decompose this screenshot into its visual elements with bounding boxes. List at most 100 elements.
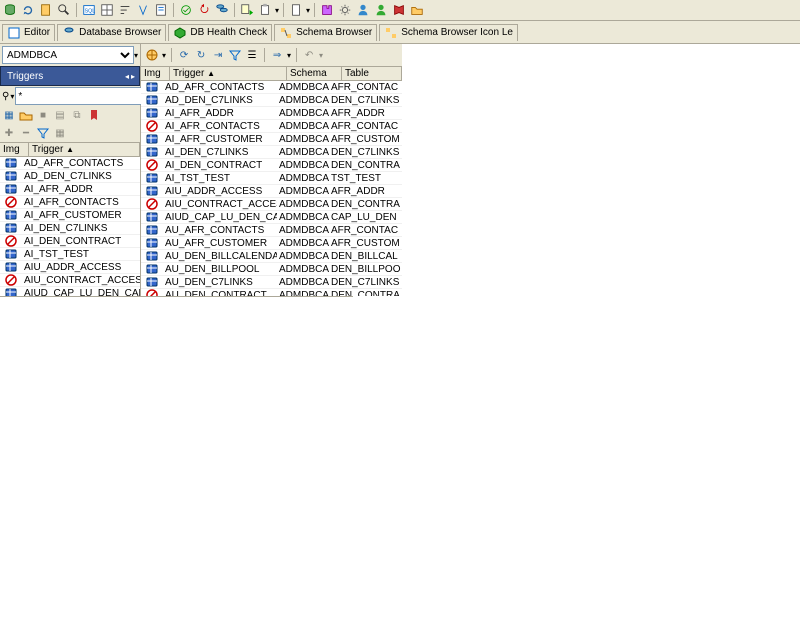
table-row[interactable]: AI_AFR_CUSTOMER: [0, 209, 140, 222]
puzzle-icon[interactable]: [319, 2, 335, 18]
chevron-down-icon[interactable]: ▾: [319, 51, 323, 60]
chevron-down-icon[interactable]: ▾: [287, 51, 291, 60]
chevron-down-icon[interactable]: ▾: [306, 6, 310, 15]
schema-name: ADMDBCA: [277, 82, 329, 93]
trigger-name: AI_AFR_CONTACTS: [22, 197, 140, 208]
table-row[interactable]: AI_AFR_ADDR: [0, 183, 140, 196]
row-status-icon: [141, 276, 163, 288]
table-row[interactable]: AI_TST_TESTADMDBCATST_TEST: [141, 172, 402, 185]
col-trigger[interactable]: Trigger ▲: [170, 67, 287, 80]
chevron-down-icon[interactable]: ▾: [162, 51, 166, 60]
table-row[interactable]: AIU_ADDR_ACCESSADMDBCAAFR_ADDR: [141, 185, 402, 198]
chevron-down-icon[interactable]: ▾: [275, 6, 279, 15]
bookmark-icon[interactable]: [87, 108, 101, 122]
trigger-name: AI_TST_TEST: [22, 249, 140, 260]
book-icon[interactable]: [391, 2, 407, 18]
row-status-icon: [141, 146, 163, 158]
chevron-down-icon[interactable]: ▾: [134, 51, 138, 60]
rollback-icon[interactable]: [196, 2, 212, 18]
refresh-icon[interactable]: ⟳: [177, 48, 191, 62]
table-row[interactable]: AU_DEN_BILLCALENDARADMDBCADEN_BILLCAL: [141, 250, 402, 263]
last-icon[interactable]: ⇥: [211, 48, 225, 62]
table-row[interactable]: AI_DEN_CONTRACTADMDBCADEN_CONTRA: [141, 159, 402, 172]
table-row[interactable]: AI_TST_TEST: [0, 248, 140, 261]
pin-icon[interactable]: ⚲: [2, 91, 9, 102]
grid-icon[interactable]: [99, 2, 115, 18]
table-row[interactable]: AD_DEN_C7LINKS: [0, 170, 140, 183]
chevron-right-icon[interactable]: ▸: [131, 72, 135, 81]
col-trigger[interactable]: Trigger ▲: [29, 143, 140, 156]
minus-icon[interactable]: ━: [19, 126, 33, 140]
col-img[interactable]: Img: [141, 67, 170, 80]
table-row[interactable]: AI_AFR_CUSTOMERADMDBCAAFR_CUSTOM: [141, 133, 402, 146]
commit-icon[interactable]: [178, 2, 194, 18]
globe-icon[interactable]: [145, 48, 159, 62]
funnel-icon[interactable]: [228, 48, 242, 62]
table-row[interactable]: AD_DEN_C7LINKSADMDBCADEN_C7LINKS: [141, 94, 402, 107]
tab-schema-browser[interactable]: Schema Browser: [274, 24, 377, 41]
table-row[interactable]: AU_DEN_BILLPOOLADMDBCADEN_BILLPOO: [141, 263, 402, 276]
script-icon[interactable]: [153, 2, 169, 18]
table-row[interactable]: AI_AFR_CONTACTS: [0, 196, 140, 209]
left-panel: ADMDBCA ▾ Triggers ◂ ▸ ⚲ ▾ ▦ ■ ▤ ⧉ ✚ ━: [0, 44, 141, 296]
col-schema[interactable]: Schema: [287, 67, 342, 80]
gear-icon[interactable]: [337, 2, 353, 18]
funnel-icon[interactable]: [36, 126, 50, 140]
tab-schema-browser-icon[interactable]: Schema Browser Icon Le: [379, 24, 518, 41]
sort-icon[interactable]: [117, 2, 133, 18]
refresh-all-icon[interactable]: ↻: [194, 48, 208, 62]
table-row[interactable]: AI_AFR_CONTACTSADMDBCAAFR_CONTAC: [141, 120, 402, 133]
object-type-label: Triggers: [7, 71, 43, 82]
tab-editor[interactable]: Editor: [2, 24, 55, 41]
script-icon[interactable]: ▤: [53, 108, 67, 122]
col-img[interactable]: Img: [0, 143, 29, 156]
tab-database-browser[interactable]: Database Browser: [57, 24, 166, 41]
table-row[interactable]: AI_AFR_ADDRADMDBCAAFR_ADDR: [141, 107, 402, 120]
table-row[interactable]: AI_DEN_C7LINKSADMDBCADEN_C7LINKS: [141, 146, 402, 159]
undo-icon[interactable]: ↶: [302, 48, 316, 62]
indent-icon[interactable]: ⇒: [270, 48, 284, 62]
clipboard-icon[interactable]: [257, 2, 273, 18]
chevron-left-icon[interactable]: ◂: [125, 72, 129, 81]
table-row[interactable]: AU_AFR_CUSTOMERADMDBCAAFR_CUSTOM: [141, 237, 402, 250]
user-green-icon[interactable]: [373, 2, 389, 18]
schema-select[interactable]: ADMDBCA: [2, 46, 134, 64]
new-icon[interactable]: ▦: [2, 108, 16, 122]
table-row[interactable]: AIUD_CAP_LU_DEN_CAPADMDBCACAP_LU_DEN: [141, 211, 402, 224]
stop-icon[interactable]: ■: [36, 108, 50, 122]
table-row[interactable]: AD_AFR_CONTACTS: [0, 157, 140, 170]
db-copy-icon[interactable]: [214, 2, 230, 18]
search-icon[interactable]: [56, 2, 72, 18]
col-table[interactable]: Table: [342, 67, 402, 80]
table-row[interactable]: AI_DEN_CONTRACT: [0, 235, 140, 248]
table-row[interactable]: AIU_CONTRACT_ACCESSADMDBCADEN_CONTRA: [141, 198, 402, 211]
table-row[interactable]: AU_DEN_C7LINKSADMDBCADEN_C7LINKS: [141, 276, 402, 289]
left-trigger-list[interactable]: Img Trigger ▲ AD_AFR_CONTACTSAD_DEN_C7LI…: [0, 142, 140, 296]
table-row[interactable]: AD_AFR_CONTACTSADMDBCAAFR_CONTAC: [141, 81, 402, 94]
copy-icon[interactable]: ⧉: [70, 108, 84, 122]
plus-icon[interactable]: ✚: [2, 126, 16, 140]
table-row[interactable]: AIU_ADDR_ACCESS: [0, 261, 140, 274]
folder-icon[interactable]: [409, 2, 425, 18]
refresh-all-icon[interactable]: [20, 2, 36, 18]
filter-input[interactable]: [15, 87, 153, 105]
view-icon[interactable]: ▦: [53, 126, 67, 140]
sql-icon[interactable]: SQL: [81, 2, 97, 18]
open-icon[interactable]: [19, 108, 33, 122]
tab-db-health[interactable]: DB Health Check: [168, 24, 272, 41]
table-row[interactable]: AU_DEN_CONTRACTADMDBCADEN_CONTRA: [141, 289, 402, 296]
right-trigger-grid[interactable]: Img Trigger ▲ Schema Table AD_AFR_CONTAC…: [141, 66, 402, 296]
format-icon[interactable]: [135, 2, 151, 18]
notebook-icon[interactable]: [38, 2, 54, 18]
chevron-down-icon[interactable]: ▾: [10, 92, 14, 101]
list-icon[interactable]: ☰: [245, 48, 259, 62]
table-row[interactable]: AU_AFR_CONTACTSADMDBCAAFR_CONTAC: [141, 224, 402, 237]
run-script-icon[interactable]: [239, 2, 255, 18]
user-blue-icon[interactable]: [355, 2, 371, 18]
table-row[interactable]: AIUD_CAP_LU_DEN_CAP: [0, 287, 140, 296]
table-row[interactable]: AIU_CONTRACT_ACCESS: [0, 274, 140, 287]
object-type-tab[interactable]: Triggers ◂ ▸: [0, 66, 140, 86]
doc-icon[interactable]: [288, 2, 304, 18]
table-row[interactable]: AI_DEN_C7LINKS: [0, 222, 140, 235]
db-icon[interactable]: [2, 2, 18, 18]
